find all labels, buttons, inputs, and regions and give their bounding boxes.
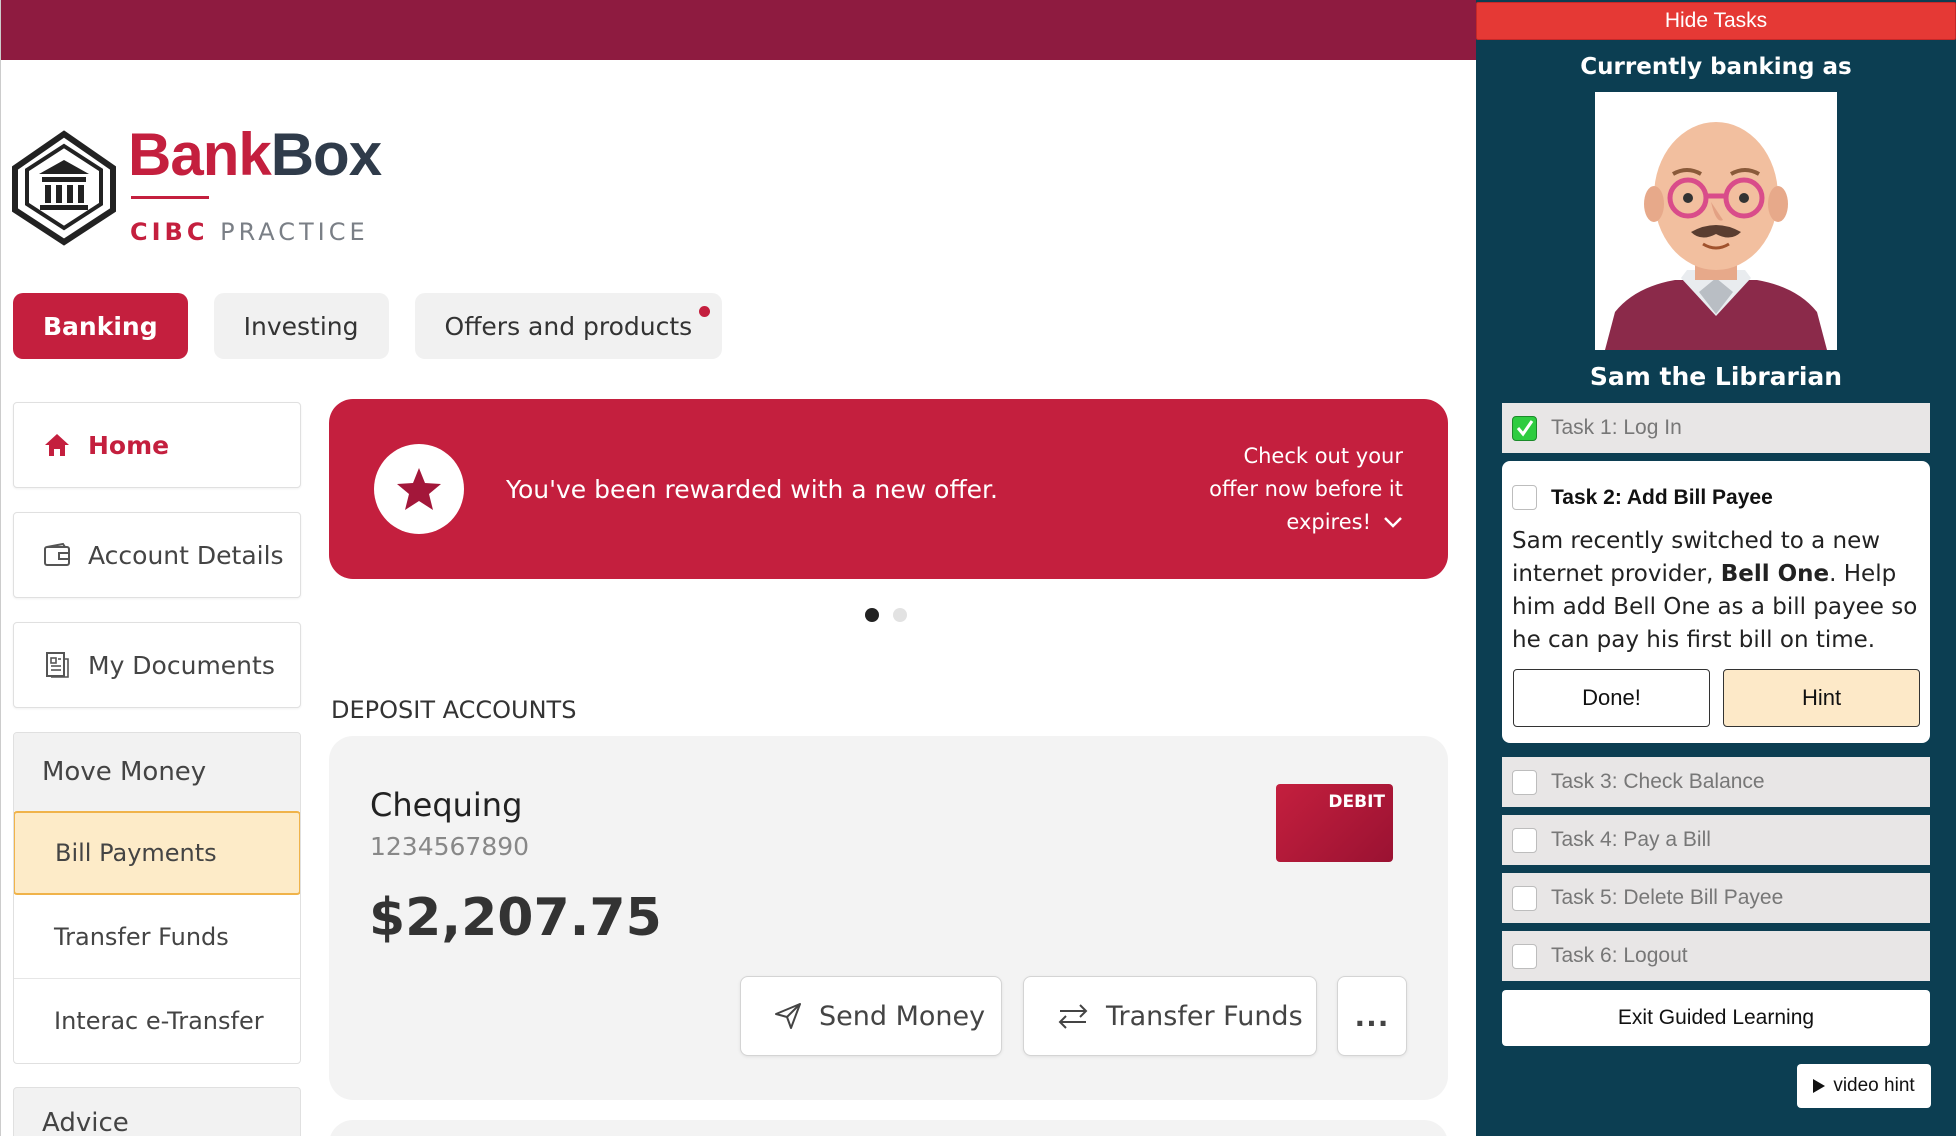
promo-cta[interactable]: Check out your offer now before it expir… xyxy=(1183,440,1403,539)
sidebar-item-bill-payments[interactable]: Bill Payments xyxy=(14,811,300,895)
hide-tasks-button[interactable]: Hide Tasks xyxy=(1476,2,1956,40)
video-hint-button[interactable]: video hint xyxy=(1797,1064,1931,1108)
chevron-down-icon xyxy=(1383,506,1403,539)
task-label-6: Task 6: Logout xyxy=(1551,944,1688,967)
brand-underline xyxy=(131,196,209,199)
promo-cta-line1: Check out your xyxy=(1243,443,1403,468)
documents-icon xyxy=(42,650,72,680)
account-name: Chequing xyxy=(370,786,523,824)
move-money-heading[interactable]: Move Money xyxy=(14,733,300,811)
account-card-chequing[interactable]: Chequing 1234567890 $2,207.75 DEBIT Send… xyxy=(329,736,1448,1100)
sidebar-item-transfer-funds[interactable]: Transfer Funds xyxy=(14,895,300,979)
task-item-6[interactable]: Task 6: Logout xyxy=(1502,931,1930,981)
brand-name: BankBox xyxy=(128,120,382,189)
task-label-4: Task 4: Pay a Bill xyxy=(1551,828,1711,851)
carousel-dot-1[interactable] xyxy=(865,608,879,622)
promo-message: You've been rewarded with a new offer. xyxy=(506,474,998,504)
tab-banking-label: Banking xyxy=(43,311,158,341)
notification-dot xyxy=(699,306,711,317)
account-number: 1234567890 xyxy=(370,832,530,861)
deposit-accounts-title: DEPOSIT ACCOUNTS xyxy=(331,696,577,724)
promo-cta-line3: expires! xyxy=(1286,509,1371,534)
bank-logo-icon xyxy=(12,130,116,246)
tab-offers[interactable]: Offers and products xyxy=(414,293,723,359)
wallet-icon xyxy=(42,540,72,570)
task-item-2-expanded: Task 2: Add Bill Payee Sam recently swit… xyxy=(1502,461,1930,743)
top-bar xyxy=(1,0,1476,60)
next-account-card xyxy=(329,1120,1448,1136)
promo-banner[interactable]: You've been rewarded with a new offer. C… xyxy=(329,399,1448,579)
task-label-5: Task 5: Delete Bill Payee xyxy=(1551,886,1784,909)
brand-name-part2: Box xyxy=(270,121,382,188)
task-checkbox-checked[interactable] xyxy=(1512,415,1537,441)
promo-cta-line2: offer now before it xyxy=(1209,476,1403,501)
tab-offers-label: Offers and products xyxy=(444,311,693,341)
sidebar-item-interac-etransfer[interactable]: Interac e-Transfer xyxy=(14,979,300,1063)
home-icon xyxy=(42,430,72,460)
task-item-5[interactable]: Task 5: Delete Bill Payee xyxy=(1502,873,1930,923)
task-checkbox[interactable] xyxy=(1512,885,1537,911)
task-checkbox[interactable] xyxy=(1512,827,1537,853)
send-money-label: Send Money xyxy=(819,1000,986,1032)
sidebar-item-home-label: Home xyxy=(88,430,170,460)
persona-avatar xyxy=(1595,92,1837,350)
task-checkbox[interactable] xyxy=(1512,943,1537,969)
task-label-2: Task 2: Add Bill Payee xyxy=(1551,485,1773,509)
sidebar-item-account-details[interactable]: Account Details xyxy=(13,512,301,598)
task-item-1[interactable]: Task 1: Log In xyxy=(1502,403,1930,453)
task-body-bold: Bell One xyxy=(1720,561,1830,587)
primary-nav: Banking Investing Offers and products xyxy=(13,293,723,359)
task-label-3: Task 3: Check Balance xyxy=(1551,770,1765,793)
tab-investing-label: Investing xyxy=(243,311,359,341)
sidebar: Home Account Details My Documents Move M… xyxy=(13,402,301,1064)
sidebar-item-advice[interactable]: Advice xyxy=(13,1087,301,1136)
brand-sub-cibc: CIBC xyxy=(130,218,209,246)
carousel-dot-2[interactable] xyxy=(893,608,907,622)
brand-name-part1: Bank xyxy=(128,121,272,188)
hint-button[interactable]: Hint xyxy=(1723,669,1920,727)
debit-card-image: DEBIT xyxy=(1276,784,1393,862)
play-icon xyxy=(1813,1079,1826,1093)
task-description: Sam recently switched to a new internet … xyxy=(1512,525,1922,657)
tab-banking[interactable]: Banking xyxy=(13,293,188,359)
video-hint-label: video hint xyxy=(1833,1075,1915,1096)
brand-subtitle: CIBC PRACTICE xyxy=(130,218,369,246)
sidebar-item-my-documents[interactable]: My Documents xyxy=(13,622,301,708)
bank-app: BankBox CIBC PRACTICE Banking Investing … xyxy=(0,0,1476,1136)
send-icon xyxy=(773,1001,803,1031)
star-icon xyxy=(374,444,464,534)
exit-guided-learning-button[interactable]: Exit Guided Learning xyxy=(1502,990,1930,1046)
send-money-button[interactable]: Send Money xyxy=(740,976,1002,1056)
more-options-button[interactable]: ... xyxy=(1337,976,1407,1056)
task-item-3[interactable]: Task 3: Check Balance xyxy=(1502,757,1930,807)
debit-card-label: DEBIT xyxy=(1328,792,1385,812)
currently-banking-as-label: Currently banking as xyxy=(1580,54,1852,80)
done-button[interactable]: Done! xyxy=(1513,669,1710,727)
sidebar-item-my-documents-label: My Documents xyxy=(88,650,275,680)
transfer-funds-label: Transfer Funds xyxy=(1106,1000,1303,1032)
brand-sub-practice: PRACTICE xyxy=(220,218,369,246)
carousel-indicator xyxy=(865,608,907,622)
move-money-group: Move Money Bill Payments Transfer Funds … xyxy=(13,732,301,1064)
sidebar-item-home[interactable]: Home xyxy=(13,402,301,488)
sidebar-item-account-details-label: Account Details xyxy=(88,540,284,570)
task-checkbox[interactable] xyxy=(1512,769,1537,795)
task-checkbox[interactable] xyxy=(1512,485,1537,510)
transfer-funds-button[interactable]: Transfer Funds xyxy=(1023,976,1317,1056)
account-balance: $2,207.75 xyxy=(369,888,662,948)
task-label-1: Task 1: Log In xyxy=(1551,416,1682,439)
task-header-2[interactable]: Task 2: Add Bill Payee xyxy=(1512,485,1773,510)
tab-investing[interactable]: Investing xyxy=(213,293,389,359)
persona-name: Sam the Librarian xyxy=(1589,362,1843,391)
task-item-4[interactable]: Task 4: Pay a Bill xyxy=(1502,815,1930,865)
transfer-arrows-icon xyxy=(1056,1002,1090,1030)
